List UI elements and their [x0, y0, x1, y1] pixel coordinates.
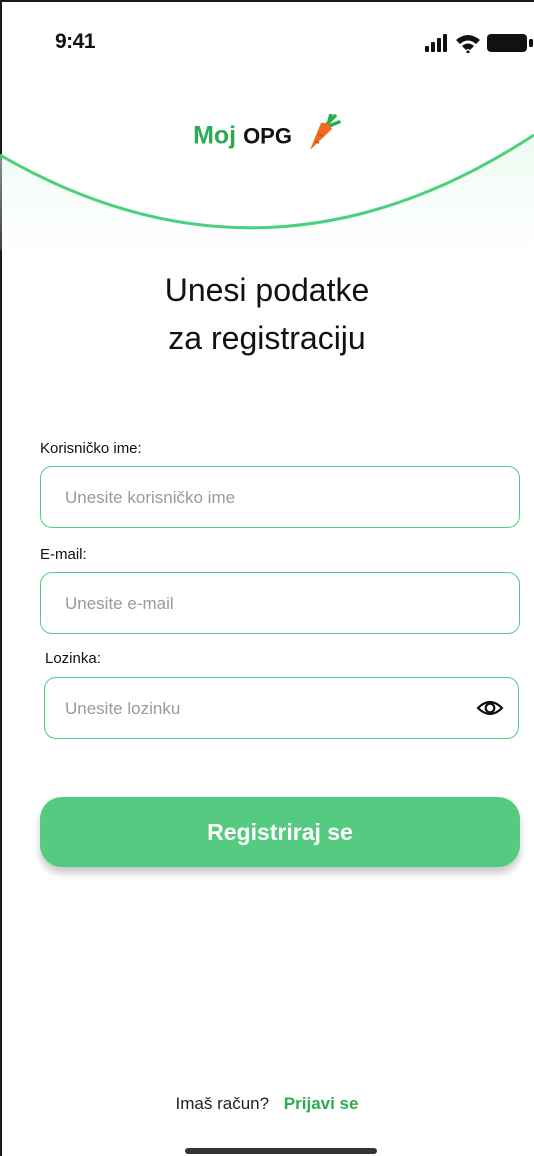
email-label: E-mail: — [40, 546, 87, 563]
carrot-icon — [309, 114, 341, 150]
status-time: 9:41 — [55, 30, 96, 53]
logo-text-opg: OPG — [243, 123, 292, 149]
username-input[interactable] — [63, 467, 450, 529]
status-icons — [424, 32, 534, 54]
username-label: Korisničko ime: — [40, 440, 142, 457]
wifi-icon — [456, 35, 480, 53]
page-title: Unesi podatke za registraciju — [0, 266, 534, 362]
app-logo: Moj OPG — [0, 114, 534, 156]
password-field[interactable] — [44, 677, 519, 740]
email-input[interactable] — [63, 573, 450, 635]
username-field[interactable] — [40, 466, 520, 529]
password-input[interactable] — [63, 678, 446, 740]
title-line-2: za registraciju — [168, 320, 366, 356]
home-indicator[interactable] — [185, 1148, 377, 1154]
logo-text-moj: Moj — [193, 121, 237, 150]
signal-icon — [425, 34, 447, 52]
title-line-1: Unesi podatke — [164, 272, 370, 308]
signin-prompt: Imaš račun? Prijavi se — [0, 1094, 534, 1114]
signin-link[interactable]: Prijavi se — [284, 1094, 359, 1113]
battery-icon — [487, 34, 533, 52]
status-bar: 9:41 — [0, 0, 534, 80]
have-account-text: Imaš račun? — [175, 1094, 270, 1113]
email-field[interactable] — [40, 572, 520, 635]
eye-icon[interactable] — [476, 697, 504, 719]
register-button-label: Registriraj se — [207, 818, 353, 845]
header-curve — [0, 133, 534, 280]
password-label: Lozinka: — [45, 650, 101, 667]
register-button[interactable]: Registriraj se — [40, 797, 520, 867]
